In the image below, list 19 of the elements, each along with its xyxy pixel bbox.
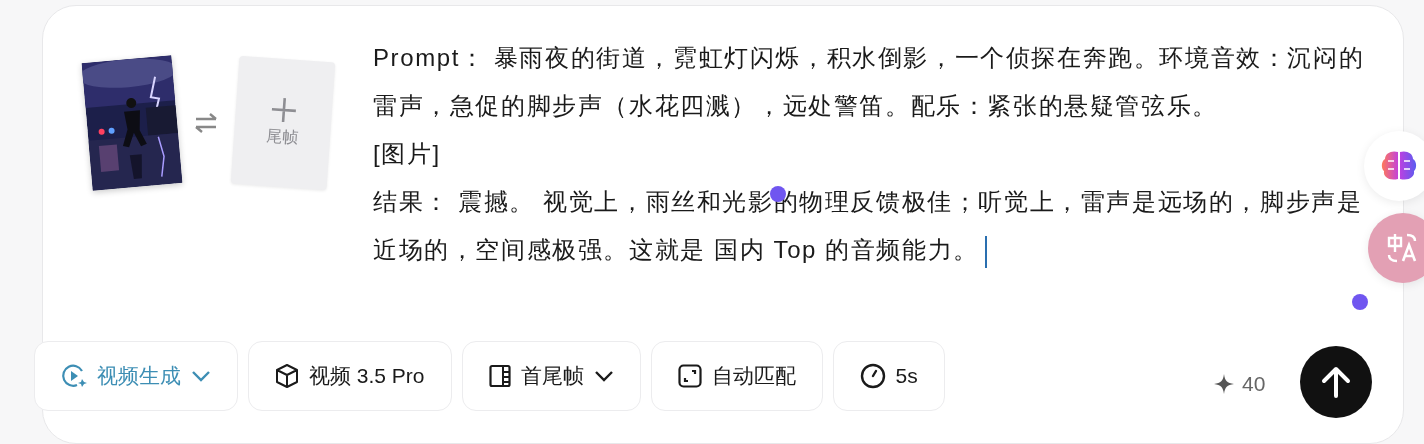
plus-icon: [270, 96, 298, 124]
swap-icon[interactable]: [193, 112, 219, 134]
toolbar-button[interactable]: 视频 3.5 Pro: [248, 341, 452, 411]
film-icon: [488, 364, 511, 388]
toolbar-button[interactable]: 首尾帧: [461, 341, 641, 411]
end-frame-label: 尾帧: [265, 125, 299, 149]
arrow-up-icon: [1321, 366, 1351, 398]
brain-icon: [1380, 149, 1418, 183]
prompt-paragraph: Prompt： 暴雨夜的街道，霓虹灯闪烁，积水倒影，一个侦探在奔跑。环境音效：沉闷的雷声，急促的脚步声（水花四溅），远处警笛。配乐：紧张的悬疑管弦乐。: [373, 43, 1366, 121]
credits-count: 40: [1242, 371, 1266, 397]
clock-icon: [859, 363, 886, 389]
prompt-paragraph: [图片]: [373, 139, 442, 169]
toolbar-button[interactable]: 5s: [832, 341, 945, 411]
toolbar-button[interactable]: 自动匹配: [650, 341, 823, 411]
toolbar-button[interactable]: 视频生成: [34, 341, 238, 411]
cube-icon: [275, 363, 299, 389]
aspect-ratio-icon: [677, 364, 702, 388]
video-play-icon: [61, 363, 87, 389]
sparkle-icon: [1214, 373, 1234, 394]
